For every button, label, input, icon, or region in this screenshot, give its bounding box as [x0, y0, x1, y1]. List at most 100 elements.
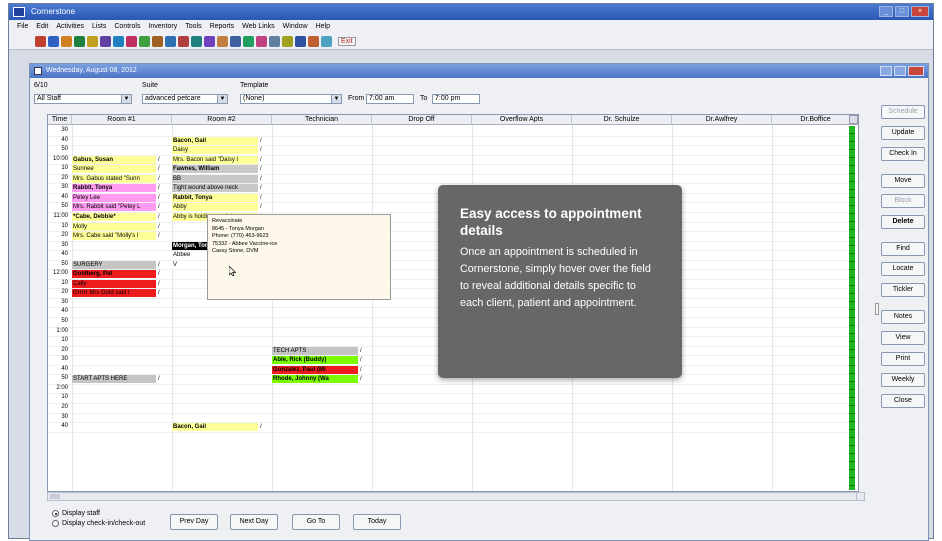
menu-help[interactable]: Help [316, 20, 330, 34]
menu-lists[interactable]: Lists [92, 20, 106, 34]
pharmacy-icon[interactable] [139, 36, 150, 47]
maximize-icon[interactable] [894, 66, 906, 76]
maximize-icon[interactable]: □ [895, 6, 909, 17]
appointment-cell[interactable]: Gabus, Susan [72, 155, 156, 164]
appointment-cell[interactable]: Petey Lee [72, 193, 156, 202]
appointment-cell[interactable]: Bacon, Gail [172, 136, 258, 145]
radio-selected-icon[interactable] [52, 510, 59, 517]
display-checkin-option[interactable]: Display check-in/check-out [52, 520, 145, 527]
menu-window[interactable]: Window [283, 20, 308, 34]
boarding-icon[interactable] [152, 36, 163, 47]
next-day-button[interactable]: Next Day [230, 514, 278, 530]
inventory-icon[interactable] [191, 36, 202, 47]
history-icon[interactable] [243, 36, 254, 47]
payment-icon[interactable] [87, 36, 98, 47]
help-icon[interactable] [295, 36, 306, 47]
update-button[interactable]: Update [881, 126, 925, 140]
email-icon[interactable] [230, 36, 241, 47]
delete-button[interactable]: Delete [881, 215, 925, 229]
add-icon[interactable] [321, 36, 332, 47]
menu-tools[interactable]: Tools [185, 20, 201, 34]
block-button[interactable]: Block [881, 194, 925, 208]
minimize-icon[interactable]: _ [879, 6, 893, 17]
close-icon[interactable]: × [911, 6, 929, 17]
column-header-0[interactable]: Time [48, 115, 72, 125]
notes-button[interactable]: Notes [881, 310, 925, 324]
reminder-icon[interactable] [113, 36, 124, 47]
minimize-icon[interactable] [880, 66, 892, 76]
new-client-icon[interactable] [35, 36, 46, 47]
appointment-cell[interactable]: Bacon, Gail [172, 423, 258, 432]
appointment-cell[interactable]: Cally [72, 279, 156, 288]
today-button[interactable]: Today [353, 514, 401, 530]
menu-inventory[interactable]: Inventory [148, 20, 177, 34]
column-header-2[interactable]: Room #2 [172, 115, 272, 125]
appointment-cell[interactable]: TECH APTS [272, 346, 358, 355]
close-button[interactable]: Close [881, 394, 925, 408]
column-header-5[interactable]: Overflow Apts [472, 115, 572, 125]
appointment-cell[interactable]: Rabbit, Tonya [172, 193, 258, 202]
scrollbar-thumb[interactable] [50, 494, 60, 499]
patient-icon[interactable] [48, 36, 59, 47]
calendar-icon[interactable] [217, 36, 228, 47]
appointment-cell[interactable]: Mrs. Gabus stated "Sunn [72, 174, 156, 183]
template-select[interactable]: (None) ▼ [240, 94, 342, 104]
settings-icon[interactable] [308, 36, 319, 47]
column-header-3[interactable]: Technician [272, 115, 372, 125]
column-header-7[interactable]: Dr.Awlfrey [672, 115, 772, 125]
appointment-cell[interactable]: Rhode, Johnny (Wa [272, 375, 358, 384]
appointment-cell[interactable]: Tight wound above neck [172, 184, 258, 193]
medical-note-icon[interactable] [204, 36, 215, 47]
find-button[interactable]: Find [881, 242, 925, 256]
appointment-cell[interactable]: Able, Rick (Buddy) [272, 356, 358, 365]
to-time-field[interactable]: 7:00 pm [432, 94, 480, 104]
menu-file[interactable]: File [17, 20, 28, 34]
appointment-cell[interactable]: *Cabe, Debbie* [72, 212, 156, 221]
column-header-8[interactable]: Dr.Boffice [772, 115, 858, 125]
appointment-cell[interactable]: BB [172, 174, 258, 183]
column-header-4[interactable]: Drop Off [372, 115, 472, 125]
scroll-up-icon[interactable] [849, 115, 858, 124]
doc-icon[interactable] [269, 36, 280, 47]
from-time-field[interactable]: 7:00 am [366, 94, 414, 104]
suite-select[interactable]: advanced petcare ▼ [142, 94, 228, 104]
photo-icon[interactable] [282, 36, 293, 47]
appointment-cell[interactable]: Mrs. Bacon said "Daisy l [172, 155, 258, 164]
print-button[interactable]: Print [881, 352, 925, 366]
appointment-cell[interactable]: Mrs. Rabbit said "Petey L [72, 203, 156, 212]
display-staff-option[interactable]: Display staff [52, 510, 100, 517]
chevron-down-icon[interactable]: ▼ [217, 95, 227, 103]
appointment-cell[interactable]: SURGERY [72, 260, 156, 269]
column-header-6[interactable]: Dr. Schulze [572, 115, 672, 125]
appointment-cell[interactable]: Fawnes, William [172, 165, 258, 174]
prev-day-button[interactable]: Prev Day [170, 514, 218, 530]
tickler-button[interactable]: Tickler [881, 283, 925, 297]
schedule-button[interactable]: Schedule [881, 105, 925, 119]
chevron-down-icon[interactable]: ▼ [331, 95, 341, 103]
appointment-cell[interactable]: Mrs. Cabe said "Molly's l [72, 232, 156, 241]
search-icon[interactable] [61, 36, 72, 47]
lab-icon[interactable] [126, 36, 137, 47]
appointment-cell[interactable]: Abby [172, 203, 258, 212]
close-icon[interactable] [908, 66, 924, 76]
schedule-icon[interactable] [100, 36, 111, 47]
whiteboard-icon[interactable] [165, 36, 176, 47]
appointment-cell[interactable]: Molly [72, 222, 156, 231]
appointment-cell[interactable]: Grrrrr Mrs Gold said I [72, 289, 156, 298]
invoice-icon[interactable] [74, 36, 85, 47]
appointment-cell[interactable]: Goldberg, Pat [72, 270, 156, 279]
appointment-cell[interactable]: Sunnee [72, 165, 156, 174]
move-button[interactable]: Move [881, 174, 925, 188]
menu-web-links[interactable]: Web Links [242, 20, 275, 34]
weekly-button[interactable]: Weekly [881, 373, 925, 387]
check-in-button[interactable]: Check In [881, 147, 925, 161]
locate-button[interactable]: Locate [881, 262, 925, 276]
horizontal-scrollbar[interactable] [47, 492, 859, 501]
resize-handle[interactable] [875, 303, 879, 315]
chevron-down-icon[interactable]: ▼ [121, 95, 131, 103]
menu-reports[interactable]: Reports [210, 20, 235, 34]
go-to-button[interactable]: Go To [292, 514, 340, 530]
radio-icon[interactable] [52, 520, 59, 527]
appointment-cell[interactable]: Gonzalez, Paul (Mi [272, 365, 358, 374]
scroll-right-icon[interactable] [856, 492, 865, 501]
